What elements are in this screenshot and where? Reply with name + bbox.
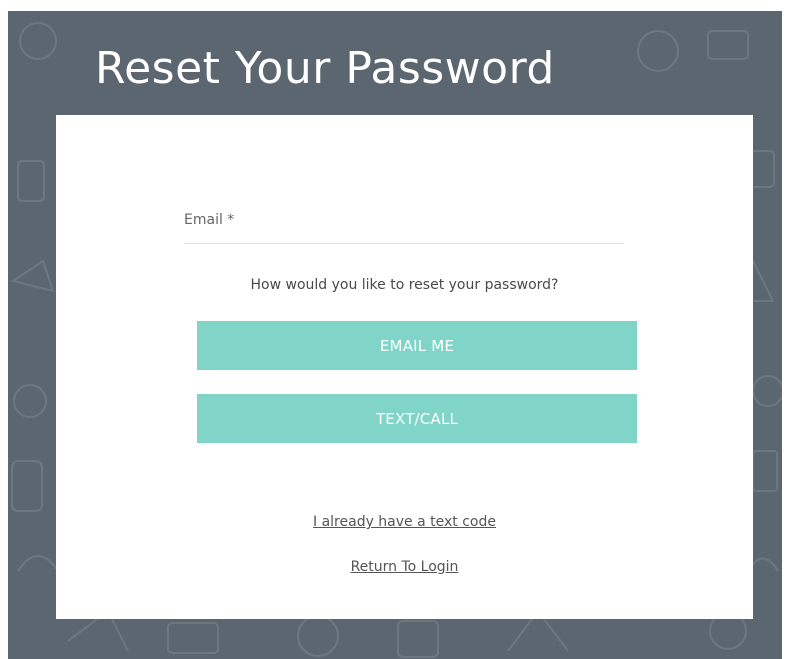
reset-card: Email * How would you like to reset your… [56, 115, 753, 619]
reset-method-question: How would you like to reset your passwor… [250, 277, 559, 293]
email-input[interactable] [184, 209, 624, 243]
page-title: Reset Your Password [95, 43, 555, 94]
email-me-button[interactable]: EMAIL ME [197, 321, 637, 370]
email-field[interactable]: Email * [184, 209, 624, 244]
text-call-button[interactable]: TEXT/CALL [197, 394, 637, 443]
page-background: Reset Your Password Email * How would yo… [8, 11, 782, 659]
return-to-login-link[interactable]: Return To Login [56, 559, 753, 575]
have-text-code-link[interactable]: I already have a text code [56, 514, 753, 530]
